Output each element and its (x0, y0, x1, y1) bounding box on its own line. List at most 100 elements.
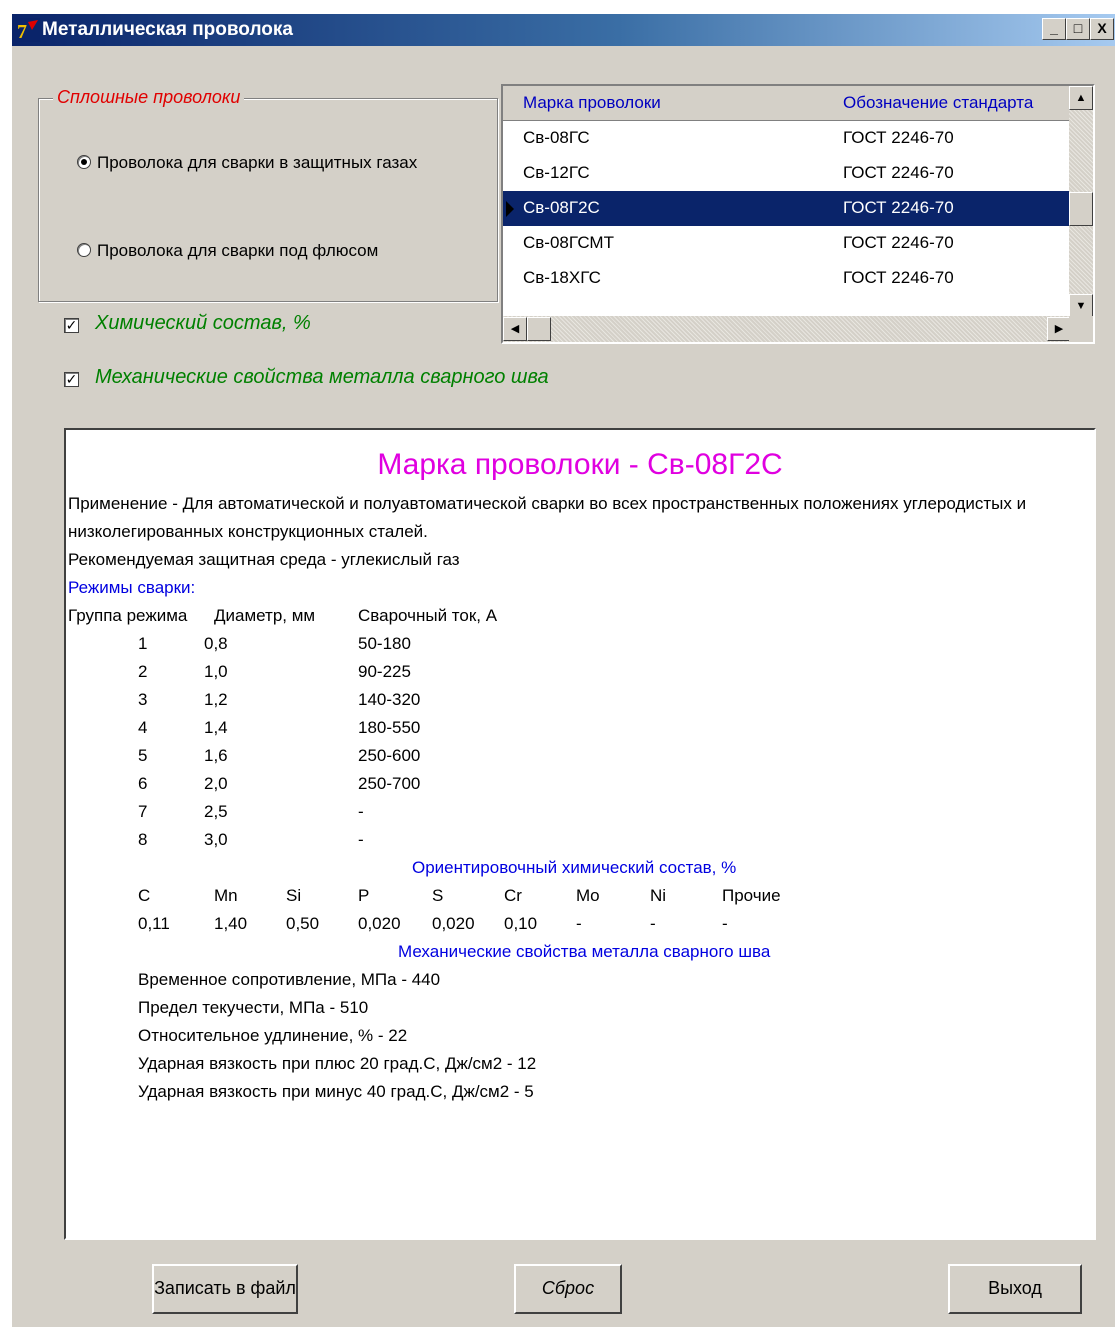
column-header-grade[interactable]: Марка проволоки (523, 93, 661, 113)
mode-diameter-cell: 2,5 (204, 802, 228, 821)
wire-type-group: Сплошные проволоки Проволока для сварки … (38, 87, 498, 302)
chem-element-header: Si (286, 886, 302, 905)
checkbox-chemical[interactable]: ✓ Химический состав, % (64, 312, 311, 335)
modes-col-group: Группа режима (68, 606, 188, 625)
radio-flux[interactable]: Проволока для сварки под флюсом (77, 241, 378, 261)
checkbox-label: Механические свойства металла сварного ш… (95, 366, 549, 388)
maximize-icon: □ (1073, 20, 1083, 36)
chem-element-header: C (138, 886, 151, 905)
checkbox-checked-icon[interactable]: ✓ (64, 318, 79, 333)
report-title: Марка проволоки - Св-08Г2С (377, 448, 783, 481)
cell-standard: ГОСТ 2246-70 (843, 198, 954, 217)
mode-current-cell: 250-700 (358, 774, 421, 793)
chem-heading: Ориентировочный химический состав, % (412, 858, 737, 877)
radio-shielding-gas[interactable]: Проволока для сварки в защитных газах (77, 153, 417, 173)
report-memo[interactable]: Марка проволоки - Св-08Г2С Применение - … (64, 428, 1096, 1240)
reset-button[interactable]: Сброс (514, 1264, 622, 1314)
chem-element-header: S (432, 886, 444, 905)
cell-standard: ГОСТ 2246-70 (843, 163, 954, 182)
close-icon: X (1097, 20, 1107, 36)
mode-diameter-cell: 0,8 (204, 634, 228, 653)
chem-element-header: Прочие (722, 886, 781, 905)
mode-group-cell: 4 (138, 718, 148, 737)
horizontal-scroll-thumb[interactable] (527, 317, 551, 341)
title-bar[interactable]: 7 Металлическая проволока _ □ X (12, 14, 1115, 46)
chem-element-value: - (722, 914, 728, 933)
chem-element-value: 0,10 (504, 914, 538, 933)
group-legend: Сплошные проволоки (53, 87, 245, 108)
mech-property-line: Предел текучести, МПа - 510 (138, 998, 369, 1017)
mode-group-cell: 5 (138, 746, 148, 765)
chem-element-value: 1,40 (214, 914, 248, 933)
checkbox-mechanical[interactable]: ✓ Механические свойства металла сварного … (64, 366, 549, 389)
wire-grid[interactable]: Марка проволоки Обозначение стандарта Св… (501, 84, 1095, 344)
maximize-button[interactable]: □ (1066, 18, 1090, 40)
horizontal-scrollbar[interactable]: ◀ ▶ (503, 316, 1071, 342)
mode-current-cell: 180-550 (358, 718, 421, 737)
row-pointer-icon (506, 201, 514, 217)
cell-grade: Св-08ГСМТ (523, 233, 614, 252)
minimize-button[interactable]: _ (1042, 18, 1066, 40)
scroll-up-button[interactable]: ▲ (1069, 86, 1093, 110)
chem-element-value: 0,50 (286, 914, 320, 933)
arrow-right-icon: ▶ (1054, 323, 1064, 335)
chem-element-value: - (650, 914, 656, 933)
chem-element-value: - (576, 914, 582, 933)
mode-group-cell: 8 (138, 830, 148, 849)
radio-label: Проволока для сварки в защитных газах (97, 153, 418, 172)
table-row-selected[interactable]: Св-08Г2С ГОСТ 2246-70 (503, 191, 1071, 226)
mech-heading: Механические свойства металла сварного ш… (398, 942, 771, 961)
arrow-up-icon: ▲ (1075, 92, 1087, 104)
chem-element-value: 0,11 (138, 914, 170, 933)
mode-group-cell: 3 (138, 690, 148, 709)
vertical-scroll-thumb[interactable] (1069, 192, 1093, 226)
mode-group-cell: 6 (138, 774, 148, 793)
radio-selected-icon[interactable] (77, 155, 91, 169)
cell-standard: ГОСТ 2246-70 (843, 128, 954, 147)
mode-current-cell: 90-225 (358, 662, 411, 681)
svg-text:7: 7 (17, 21, 27, 42)
chem-element-value: 0,020 (358, 914, 401, 933)
mode-current-cell: 250-600 (358, 746, 421, 765)
exit-button[interactable]: Выход (948, 1264, 1082, 1314)
mech-property-line: Ударная вязкость при минус 40 град.С, Дж… (138, 1082, 534, 1101)
cell-standard: ГОСТ 2246-70 (843, 268, 954, 287)
scroll-down-button[interactable]: ▼ (1069, 294, 1093, 318)
chem-element-header: Ni (650, 886, 667, 905)
save-to-file-button[interactable]: Записать в файл (152, 1264, 298, 1314)
table-row[interactable]: Св-18ХГС ГОСТ 2246-70 (503, 261, 1071, 296)
cell-standard: ГОСТ 2246-70 (843, 233, 954, 252)
mode-group-cell: 1 (138, 634, 148, 653)
modes-col-current: Сварочный ток, А (358, 606, 498, 625)
main-window: 7 Металлическая проволока _ □ X Сплошные… (12, 14, 1115, 1327)
mode-diameter-cell: 2,0 (204, 774, 228, 793)
mode-diameter-cell: 1,2 (204, 690, 228, 709)
mode-current-cell: 50-180 (358, 634, 411, 653)
radio-unselected-icon[interactable] (77, 243, 91, 257)
mode-current-cell: 140-320 (358, 690, 421, 709)
close-button[interactable]: X (1090, 18, 1114, 40)
scroll-left-button[interactable]: ◀ (503, 317, 527, 341)
arrow-left-icon: ◀ (510, 323, 520, 335)
chem-element-header: Mn (214, 886, 238, 905)
table-row[interactable]: Св-12ГС ГОСТ 2246-70 (503, 156, 1071, 191)
cell-grade: Св-08Г2С (523, 198, 600, 217)
grid-header: Марка проволоки Обозначение стандарта (503, 86, 1071, 121)
chem-element-header: Mo (576, 886, 600, 905)
app-icon: 7 (16, 18, 40, 42)
mode-diameter-cell: 1,6 (204, 746, 228, 765)
cell-grade: Св-18ХГС (523, 268, 601, 287)
mode-group-cell: 7 (138, 802, 148, 821)
table-row[interactable]: Св-08ГСМТ ГОСТ 2246-70 (503, 226, 1071, 261)
scroll-corner (1069, 316, 1093, 342)
checkbox-checked-icon[interactable]: ✓ (64, 372, 79, 387)
chem-element-value: 0,020 (432, 914, 475, 933)
vertical-scrollbar[interactable]: ▲ ▼ (1069, 86, 1093, 318)
mode-diameter-cell: 1,4 (204, 718, 228, 737)
scroll-right-button[interactable]: ▶ (1047, 317, 1071, 341)
table-row[interactable]: Св-08ГС ГОСТ 2246-70 (503, 121, 1071, 156)
cell-grade: Св-08ГС (523, 128, 590, 147)
column-header-standard[interactable]: Обозначение стандарта (843, 93, 1033, 113)
modes-col-diameter: Диаметр, мм (214, 606, 316, 625)
mode-group-cell: 2 (138, 662, 148, 681)
